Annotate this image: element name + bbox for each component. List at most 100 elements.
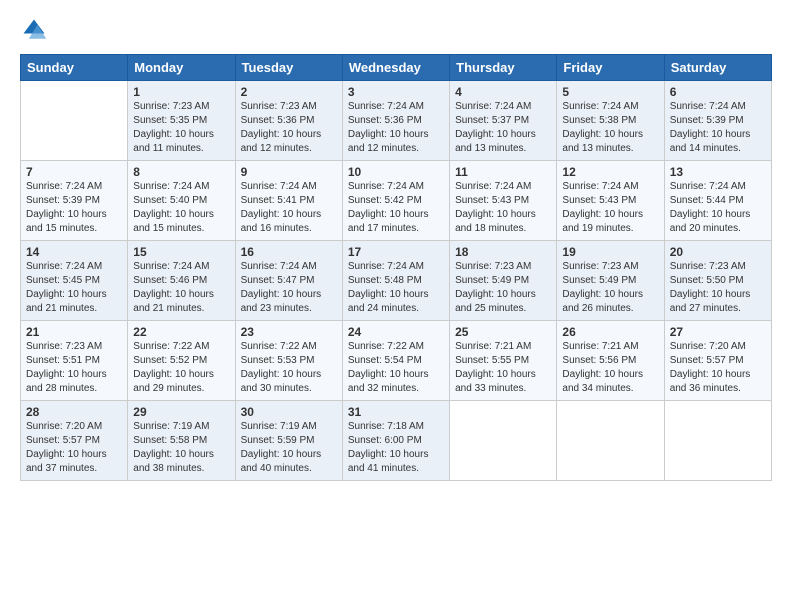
day-info: Sunrise: 7:21 AMSunset: 5:56 PMDaylight:…	[562, 340, 658, 396]
day-info: Sunrise: 7:24 AMSunset: 5:44 PMDaylight:…	[670, 180, 766, 236]
calendar-week-row: 21Sunrise: 7:23 AMSunset: 5:51 PMDayligh…	[21, 321, 772, 401]
day-info: Sunrise: 7:23 AMSunset: 5:35 PMDaylight:…	[133, 100, 229, 156]
calendar-cell: 2Sunrise: 7:23 AMSunset: 5:36 PMDaylight…	[235, 81, 342, 161]
calendar-cell	[21, 81, 128, 161]
calendar-cell: 28Sunrise: 7:20 AMSunset: 5:57 PMDayligh…	[21, 401, 128, 481]
calendar-cell: 30Sunrise: 7:19 AMSunset: 5:59 PMDayligh…	[235, 401, 342, 481]
day-info: Sunrise: 7:22 AMSunset: 5:54 PMDaylight:…	[348, 340, 444, 396]
day-number: 3	[348, 85, 444, 99]
day-info: Sunrise: 7:20 AMSunset: 5:57 PMDaylight:…	[670, 340, 766, 396]
day-number: 6	[670, 85, 766, 99]
calendar-cell: 3Sunrise: 7:24 AMSunset: 5:36 PMDaylight…	[342, 81, 449, 161]
day-number: 26	[562, 325, 658, 339]
day-info: Sunrise: 7:24 AMSunset: 5:43 PMDaylight:…	[562, 180, 658, 236]
day-info: Sunrise: 7:18 AMSunset: 6:00 PMDaylight:…	[348, 420, 444, 476]
day-info: Sunrise: 7:24 AMSunset: 5:46 PMDaylight:…	[133, 260, 229, 316]
day-number: 23	[241, 325, 337, 339]
calendar-cell: 31Sunrise: 7:18 AMSunset: 6:00 PMDayligh…	[342, 401, 449, 481]
day-info: Sunrise: 7:22 AMSunset: 5:53 PMDaylight:…	[241, 340, 337, 396]
weekday-header-sunday: Sunday	[21, 55, 128, 81]
weekday-header-row: SundayMondayTuesdayWednesdayThursdayFrid…	[21, 55, 772, 81]
day-info: Sunrise: 7:24 AMSunset: 5:37 PMDaylight:…	[455, 100, 551, 156]
day-number: 24	[348, 325, 444, 339]
day-number: 12	[562, 165, 658, 179]
day-info: Sunrise: 7:24 AMSunset: 5:38 PMDaylight:…	[562, 100, 658, 156]
day-number: 29	[133, 405, 229, 419]
day-number: 1	[133, 85, 229, 99]
day-info: Sunrise: 7:24 AMSunset: 5:39 PMDaylight:…	[26, 180, 122, 236]
calendar-cell	[450, 401, 557, 481]
day-number: 31	[348, 405, 444, 419]
day-info: Sunrise: 7:23 AMSunset: 5:50 PMDaylight:…	[670, 260, 766, 316]
weekday-header-monday: Monday	[128, 55, 235, 81]
calendar-cell: 13Sunrise: 7:24 AMSunset: 5:44 PMDayligh…	[664, 161, 771, 241]
calendar-cell: 11Sunrise: 7:24 AMSunset: 5:43 PMDayligh…	[450, 161, 557, 241]
calendar-cell: 27Sunrise: 7:20 AMSunset: 5:57 PMDayligh…	[664, 321, 771, 401]
day-number: 10	[348, 165, 444, 179]
day-number: 14	[26, 245, 122, 259]
calendar-cell: 4Sunrise: 7:24 AMSunset: 5:37 PMDaylight…	[450, 81, 557, 161]
weekday-header-wednesday: Wednesday	[342, 55, 449, 81]
calendar-cell: 15Sunrise: 7:24 AMSunset: 5:46 PMDayligh…	[128, 241, 235, 321]
day-info: Sunrise: 7:24 AMSunset: 5:39 PMDaylight:…	[670, 100, 766, 156]
calendar-week-row: 1Sunrise: 7:23 AMSunset: 5:35 PMDaylight…	[21, 81, 772, 161]
calendar-cell: 21Sunrise: 7:23 AMSunset: 5:51 PMDayligh…	[21, 321, 128, 401]
weekday-header-tuesday: Tuesday	[235, 55, 342, 81]
day-info: Sunrise: 7:23 AMSunset: 5:49 PMDaylight:…	[562, 260, 658, 316]
day-number: 18	[455, 245, 551, 259]
calendar-cell: 6Sunrise: 7:24 AMSunset: 5:39 PMDaylight…	[664, 81, 771, 161]
calendar-cell: 25Sunrise: 7:21 AMSunset: 5:55 PMDayligh…	[450, 321, 557, 401]
weekday-header-saturday: Saturday	[664, 55, 771, 81]
day-number: 19	[562, 245, 658, 259]
calendar-cell: 16Sunrise: 7:24 AMSunset: 5:47 PMDayligh…	[235, 241, 342, 321]
day-number: 2	[241, 85, 337, 99]
page: SundayMondayTuesdayWednesdayThursdayFrid…	[0, 0, 792, 612]
day-info: Sunrise: 7:24 AMSunset: 5:45 PMDaylight:…	[26, 260, 122, 316]
calendar-cell: 19Sunrise: 7:23 AMSunset: 5:49 PMDayligh…	[557, 241, 664, 321]
calendar-cell: 10Sunrise: 7:24 AMSunset: 5:42 PMDayligh…	[342, 161, 449, 241]
day-number: 25	[455, 325, 551, 339]
calendar-cell: 17Sunrise: 7:24 AMSunset: 5:48 PMDayligh…	[342, 241, 449, 321]
day-info: Sunrise: 7:24 AMSunset: 5:48 PMDaylight:…	[348, 260, 444, 316]
day-info: Sunrise: 7:19 AMSunset: 5:58 PMDaylight:…	[133, 420, 229, 476]
calendar-cell: 8Sunrise: 7:24 AMSunset: 5:40 PMDaylight…	[128, 161, 235, 241]
day-info: Sunrise: 7:24 AMSunset: 5:47 PMDaylight:…	[241, 260, 337, 316]
day-number: 11	[455, 165, 551, 179]
day-info: Sunrise: 7:24 AMSunset: 5:43 PMDaylight:…	[455, 180, 551, 236]
calendar-week-row: 7Sunrise: 7:24 AMSunset: 5:39 PMDaylight…	[21, 161, 772, 241]
calendar-cell: 1Sunrise: 7:23 AMSunset: 5:35 PMDaylight…	[128, 81, 235, 161]
day-number: 27	[670, 325, 766, 339]
calendar-cell: 23Sunrise: 7:22 AMSunset: 5:53 PMDayligh…	[235, 321, 342, 401]
day-number: 15	[133, 245, 229, 259]
day-number: 5	[562, 85, 658, 99]
calendar: SundayMondayTuesdayWednesdayThursdayFrid…	[20, 54, 772, 481]
day-number: 7	[26, 165, 122, 179]
calendar-cell: 26Sunrise: 7:21 AMSunset: 5:56 PMDayligh…	[557, 321, 664, 401]
day-info: Sunrise: 7:24 AMSunset: 5:41 PMDaylight:…	[241, 180, 337, 236]
calendar-cell: 12Sunrise: 7:24 AMSunset: 5:43 PMDayligh…	[557, 161, 664, 241]
day-number: 4	[455, 85, 551, 99]
day-number: 9	[241, 165, 337, 179]
day-number: 16	[241, 245, 337, 259]
weekday-header-friday: Friday	[557, 55, 664, 81]
day-info: Sunrise: 7:24 AMSunset: 5:40 PMDaylight:…	[133, 180, 229, 236]
calendar-week-row: 28Sunrise: 7:20 AMSunset: 5:57 PMDayligh…	[21, 401, 772, 481]
header	[20, 16, 772, 44]
calendar-cell: 24Sunrise: 7:22 AMSunset: 5:54 PMDayligh…	[342, 321, 449, 401]
day-info: Sunrise: 7:21 AMSunset: 5:55 PMDaylight:…	[455, 340, 551, 396]
day-info: Sunrise: 7:24 AMSunset: 5:36 PMDaylight:…	[348, 100, 444, 156]
day-info: Sunrise: 7:20 AMSunset: 5:57 PMDaylight:…	[26, 420, 122, 476]
calendar-cell	[664, 401, 771, 481]
calendar-cell: 29Sunrise: 7:19 AMSunset: 5:58 PMDayligh…	[128, 401, 235, 481]
day-number: 21	[26, 325, 122, 339]
day-info: Sunrise: 7:23 AMSunset: 5:49 PMDaylight:…	[455, 260, 551, 316]
calendar-cell: 18Sunrise: 7:23 AMSunset: 5:49 PMDayligh…	[450, 241, 557, 321]
day-info: Sunrise: 7:23 AMSunset: 5:36 PMDaylight:…	[241, 100, 337, 156]
calendar-cell	[557, 401, 664, 481]
calendar-cell: 5Sunrise: 7:24 AMSunset: 5:38 PMDaylight…	[557, 81, 664, 161]
day-number: 20	[670, 245, 766, 259]
day-number: 13	[670, 165, 766, 179]
calendar-cell: 9Sunrise: 7:24 AMSunset: 5:41 PMDaylight…	[235, 161, 342, 241]
calendar-cell: 20Sunrise: 7:23 AMSunset: 5:50 PMDayligh…	[664, 241, 771, 321]
logo	[20, 16, 52, 44]
